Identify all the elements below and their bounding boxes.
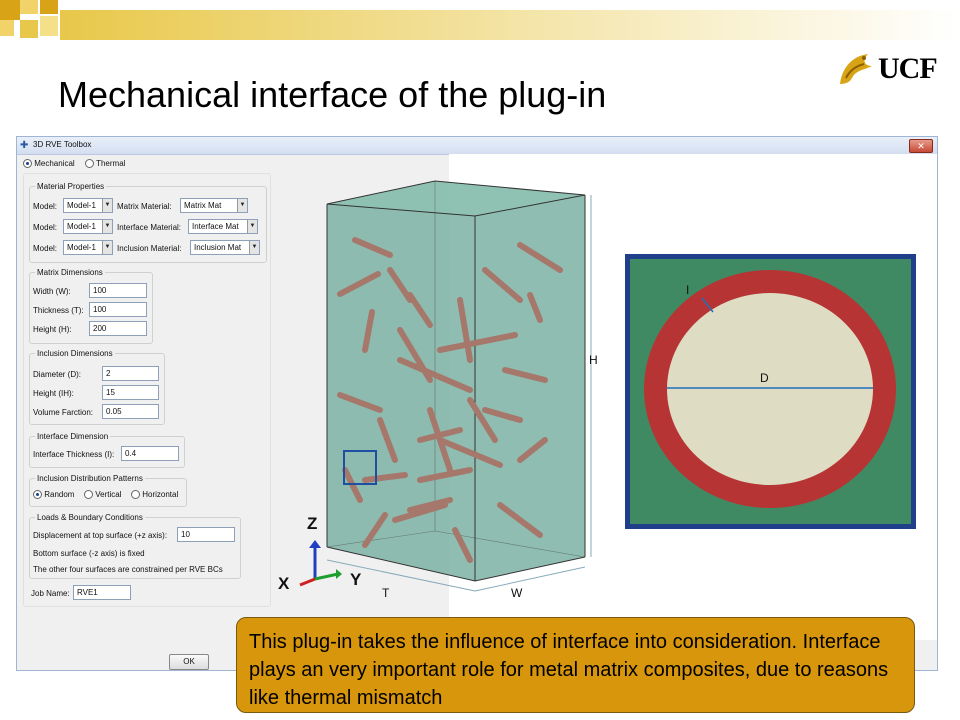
callout-box: This plug-in takes the influence of inte… bbox=[236, 617, 915, 713]
dim-t-label: T bbox=[382, 586, 390, 600]
detail-i-label: I bbox=[686, 283, 690, 297]
detail-d-label: D bbox=[760, 371, 769, 385]
dim-h-label: H bbox=[589, 353, 598, 367]
axis-z-label: Z bbox=[307, 514, 318, 533]
axis-x-label: X bbox=[278, 574, 290, 593]
axis-y-label: Y bbox=[350, 570, 362, 589]
rve-figure bbox=[299, 180, 916, 592]
dim-w-label: W bbox=[511, 586, 523, 600]
interface-detail bbox=[625, 254, 916, 529]
